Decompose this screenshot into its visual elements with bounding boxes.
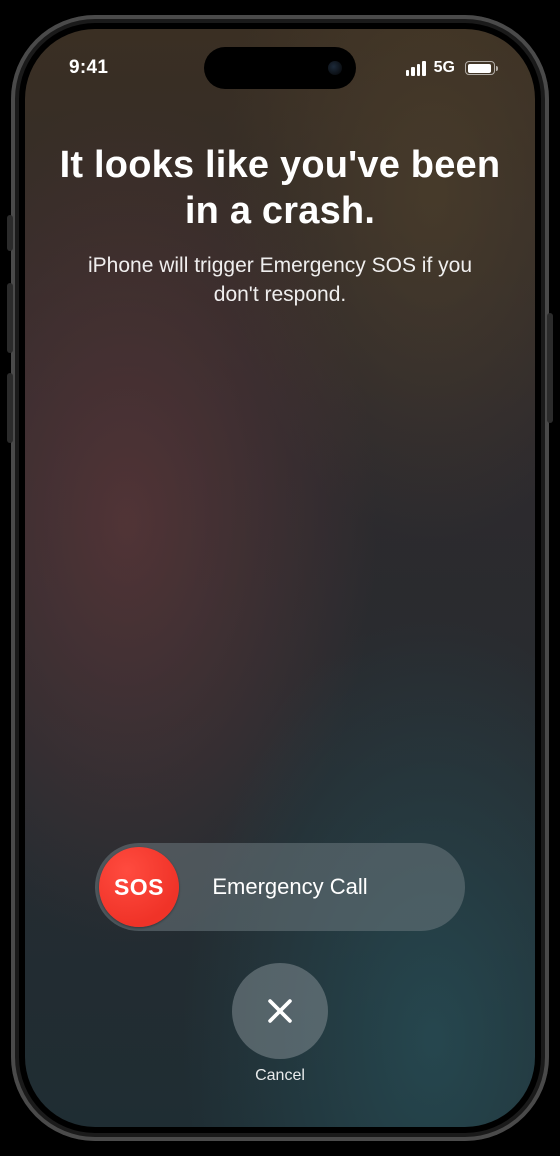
silence-switch bbox=[7, 215, 13, 251]
cancel-button[interactable] bbox=[232, 963, 328, 1059]
volume-up-button bbox=[7, 283, 13, 353]
sos-knob-text: SOS bbox=[114, 874, 164, 901]
crash-title: It looks like you've been in a crash. bbox=[59, 143, 501, 234]
power-button bbox=[547, 313, 553, 423]
crash-subtitle: iPhone will trigger Emergency SOS if you… bbox=[59, 252, 501, 309]
cancel-label: Cancel bbox=[255, 1067, 305, 1085]
iphone-frame: 9:41 5G It looks like you've been in a c… bbox=[11, 15, 549, 1141]
status-time: 9:41 bbox=[69, 57, 108, 79]
network-label: 5G bbox=[434, 59, 455, 77]
battery-icon bbox=[465, 61, 495, 75]
dynamic-island bbox=[204, 47, 356, 89]
close-icon bbox=[263, 994, 297, 1028]
status-indicators: 5G bbox=[406, 59, 495, 77]
sos-icon[interactable]: SOS bbox=[99, 847, 179, 927]
crash-message: It looks like you've been in a crash. iP… bbox=[25, 85, 535, 309]
volume-down-button bbox=[7, 373, 13, 443]
emergency-call-slider[interactable]: SOS Emergency Call bbox=[95, 843, 465, 931]
screen: 9:41 5G It looks like you've been in a c… bbox=[25, 29, 535, 1127]
cellular-signal-icon bbox=[406, 61, 426, 76]
